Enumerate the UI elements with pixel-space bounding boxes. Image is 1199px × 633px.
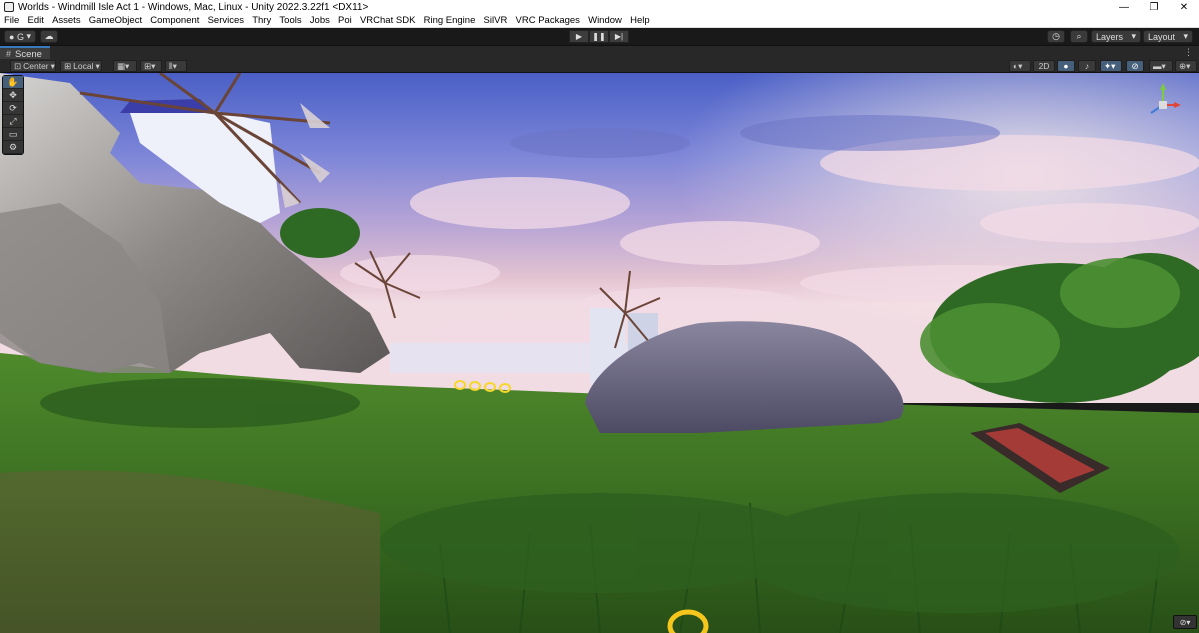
transform-icon: ⚙ bbox=[8, 141, 18, 152]
effects-icon: ✦▾ bbox=[1104, 60, 1116, 71]
menu-edit[interactable]: Edit bbox=[28, 15, 44, 26]
view-2d-toggle[interactable]: 2D bbox=[1033, 60, 1055, 72]
step-button[interactable]: ▶| bbox=[609, 30, 629, 43]
chevron-down-icon: ▾ bbox=[1183, 31, 1188, 41]
tab-menu-icon[interactable]: ⋮ bbox=[1184, 47, 1193, 58]
audio-toggle[interactable]: ♪ bbox=[1078, 60, 1096, 72]
overlay-icon: ⊘▾ bbox=[1179, 617, 1191, 627]
menu-bar: File Edit Assets GameObject Component Se… bbox=[0, 14, 1199, 28]
hand-icon: ✋ bbox=[7, 76, 19, 87]
main-toolbar: ● G ▾ ☁ ▶ ❚❚ ▶| ◷ ⌕ Layers ▾ Layout ▾ bbox=[0, 28, 1199, 45]
tool-palette: ✋ ✥ ⟳ ⤢ ▭ ⚙ bbox=[2, 75, 24, 155]
play-button[interactable]: ▶ bbox=[569, 30, 589, 43]
orientation-gizmo[interactable] bbox=[1143, 81, 1183, 131]
space-dropdown[interactable]: ⊞ Local ▾ bbox=[60, 60, 102, 72]
menu-jobs[interactable]: Jobs bbox=[310, 15, 330, 26]
search-button[interactable]: ⌕ bbox=[1070, 30, 1088, 43]
chevron-down-icon: ▾ bbox=[95, 60, 100, 71]
menu-ring-engine[interactable]: Ring Engine bbox=[424, 15, 476, 26]
scene-viewport[interactable]: ✋ ✥ ⟳ ⤢ ▭ ⚙ ⊘▾ bbox=[0, 73, 1199, 633]
menu-component[interactable]: Component bbox=[150, 15, 199, 26]
light-bulb-icon: ● bbox=[1063, 61, 1069, 71]
menu-thry[interactable]: Thry bbox=[252, 15, 271, 26]
tab-scene[interactable]: # Scene bbox=[0, 46, 50, 60]
menu-silvr[interactable]: SilVR bbox=[484, 15, 508, 26]
eye-slash-icon: ⊘ bbox=[1131, 60, 1139, 71]
playback-controls: ▶ ❚❚ ▶| bbox=[569, 30, 629, 43]
camera-icon: ▬▾ bbox=[1153, 60, 1166, 71]
history-icon: ◷ bbox=[1052, 31, 1060, 41]
cloud-icon: ☁ bbox=[44, 31, 54, 41]
menu-assets[interactable]: Assets bbox=[52, 15, 81, 26]
window-title: Worlds - Windmill Isle Act 1 - Windows, … bbox=[18, 1, 369, 13]
rotate-icon: ⟳ bbox=[9, 102, 17, 113]
menu-help[interactable]: Help bbox=[630, 15, 650, 26]
globe-icon: ⊕▾ bbox=[1179, 60, 1191, 71]
hidden-objects-toggle[interactable]: ⊘ bbox=[1126, 60, 1144, 72]
draw-mode-dropdown[interactable]: ◐▾ bbox=[1009, 60, 1031, 72]
minimize-button[interactable]: — bbox=[1109, 0, 1139, 14]
rect-tool[interactable]: ▭ bbox=[3, 128, 23, 141]
title-bar: Worlds - Windmill Isle Act 1 - Windows, … bbox=[0, 0, 1199, 14]
chevron-down-icon: ▾ bbox=[26, 31, 31, 41]
menu-vrchat-sdk[interactable]: VRChat SDK bbox=[360, 15, 415, 26]
incremental-snap-dropdown[interactable]: ⫴▾ bbox=[165, 60, 187, 72]
maximize-button[interactable]: ❐ bbox=[1139, 0, 1169, 14]
gizmo-x-cone[interactable] bbox=[1174, 102, 1181, 108]
menu-vrc-packages[interactable]: VRC Packages bbox=[516, 15, 580, 26]
account-icon: ● bbox=[9, 31, 15, 42]
account-dropdown[interactable]: ● G ▾ bbox=[4, 30, 36, 43]
transform-tool[interactable]: ⚙ bbox=[3, 141, 23, 154]
layout-dropdown[interactable]: Layout ▾ bbox=[1143, 30, 1193, 43]
gizmo-center[interactable] bbox=[1159, 101, 1167, 109]
pause-button[interactable]: ❚❚ bbox=[589, 30, 609, 43]
chevron-down-icon: ▾ bbox=[50, 60, 55, 71]
scale-icon: ⤢ bbox=[9, 115, 17, 126]
local-icon: ⊞ bbox=[64, 60, 72, 71]
ruler-icon: ⫴▾ bbox=[169, 60, 177, 71]
menu-gameobject[interactable]: GameObject bbox=[89, 15, 142, 26]
move-tool[interactable]: ✥ bbox=[3, 89, 23, 102]
menu-tools[interactable]: Tools bbox=[279, 15, 301, 26]
window-controls: — ❐ ✕ bbox=[1109, 0, 1199, 14]
effects-dropdown[interactable]: ✦▾ bbox=[1100, 60, 1122, 72]
scale-tool[interactable]: ⤢ bbox=[3, 115, 23, 128]
pivot-dropdown[interactable]: ⊡ Center ▾ bbox=[10, 60, 56, 72]
unity-logo-icon bbox=[4, 2, 14, 12]
snap-increment-dropdown[interactable]: ⊞▾ bbox=[140, 60, 162, 72]
scene-toolbar: ⊡ Center ▾ ⊞ Local ▾ ▦▾ ⊞▾ ⫴▾ ◐▾ 2D ● ♪ … bbox=[0, 59, 1199, 73]
play-icon: ▶ bbox=[575, 32, 583, 41]
hand-tool[interactable]: ✋ bbox=[3, 76, 23, 89]
tab-bar: # Scene ⋮ bbox=[0, 45, 1199, 60]
menu-file[interactable]: File bbox=[4, 15, 19, 26]
pivot-icon: ⊡ bbox=[14, 60, 22, 71]
history-button[interactable]: ◷ bbox=[1047, 30, 1065, 43]
chevron-down-icon: ▾ bbox=[1131, 31, 1136, 41]
grid-icon: ▦▾ bbox=[117, 60, 130, 71]
rotate-tool[interactable]: ⟳ bbox=[3, 102, 23, 115]
menu-window[interactable]: Window bbox=[588, 15, 622, 26]
rect-icon: ▭ bbox=[8, 128, 18, 139]
lighting-toggle[interactable]: ● bbox=[1057, 60, 1075, 72]
menu-services[interactable]: Services bbox=[208, 15, 244, 26]
close-button[interactable]: ✕ bbox=[1169, 0, 1199, 14]
search-icon: ⌕ bbox=[1076, 31, 1082, 41]
layers-dropdown[interactable]: Layers ▾ bbox=[1091, 30, 1141, 43]
move-icon: ✥ bbox=[9, 89, 17, 100]
camera-dropdown[interactable]: ▬▾ bbox=[1149, 60, 1173, 72]
scene-render bbox=[0, 73, 1199, 633]
gizmo-y-cone[interactable] bbox=[1160, 83, 1166, 90]
pause-icon: ❚❚ bbox=[592, 32, 606, 41]
cloud-button[interactable]: ☁ bbox=[40, 30, 58, 43]
scene-icon: # bbox=[6, 49, 12, 59]
step-icon: ▶| bbox=[614, 32, 624, 41]
overlay-menu-button[interactable]: ⊘▾ bbox=[1173, 615, 1197, 629]
audio-icon: ♪ bbox=[1084, 61, 1090, 71]
snap-icon: ⊞▾ bbox=[144, 60, 156, 71]
shading-icon: ◐▾ bbox=[1013, 60, 1023, 71]
gizmos-dropdown[interactable]: ⊕▾ bbox=[1175, 60, 1197, 72]
menu-poi[interactable]: Poi bbox=[338, 15, 352, 26]
grid-snap-dropdown[interactable]: ▦▾ bbox=[113, 60, 137, 72]
